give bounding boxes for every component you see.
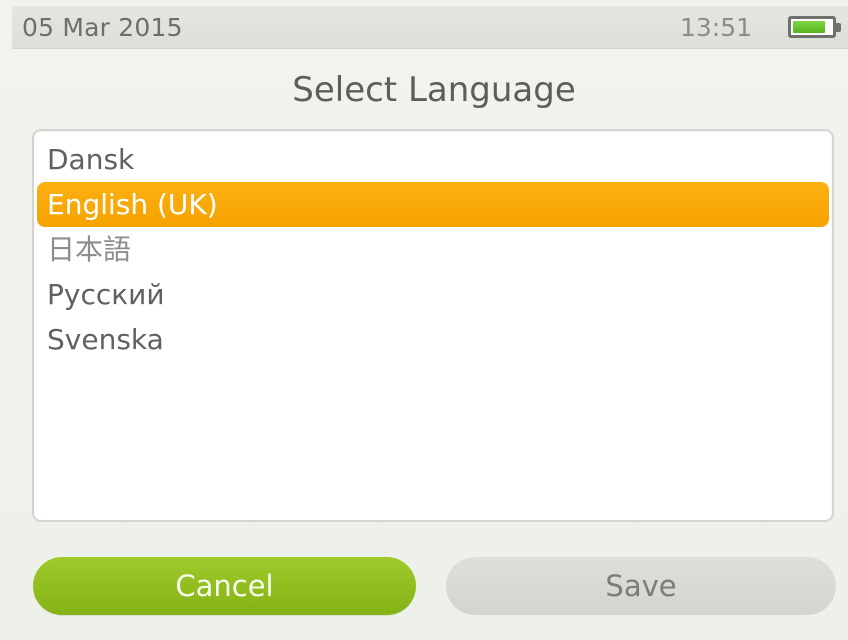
status-time: 13:51 (679, 13, 752, 42)
status-bar: 05 Mar 2015 13:51 (12, 6, 848, 49)
battery-level (793, 21, 825, 33)
cancel-button[interactable]: Cancel (33, 557, 416, 615)
language-list-items: Dansk English (UK) 日本語 Русский Svenska (34, 137, 832, 362)
language-item-dansk[interactable]: Dansk (37, 137, 829, 182)
language-item-english-uk[interactable]: English (UK) (37, 182, 829, 227)
status-date: 05 Mar 2015 (22, 13, 183, 42)
language-list[interactable]: Dansk English (UK) 日本語 Русский Svenska (32, 129, 834, 522)
battery-icon (788, 16, 841, 38)
battery-tip (836, 23, 841, 32)
language-item-svenska[interactable]: Svenska (37, 317, 829, 362)
page-title: Select Language (292, 70, 576, 110)
save-button[interactable]: Save (446, 557, 836, 615)
language-item-russian[interactable]: Русский (37, 272, 829, 317)
device-screen: 05 Mar 2015 13:51 Select Language Dansk … (0, 0, 848, 640)
language-item-japanese[interactable]: 日本語 (37, 227, 829, 272)
